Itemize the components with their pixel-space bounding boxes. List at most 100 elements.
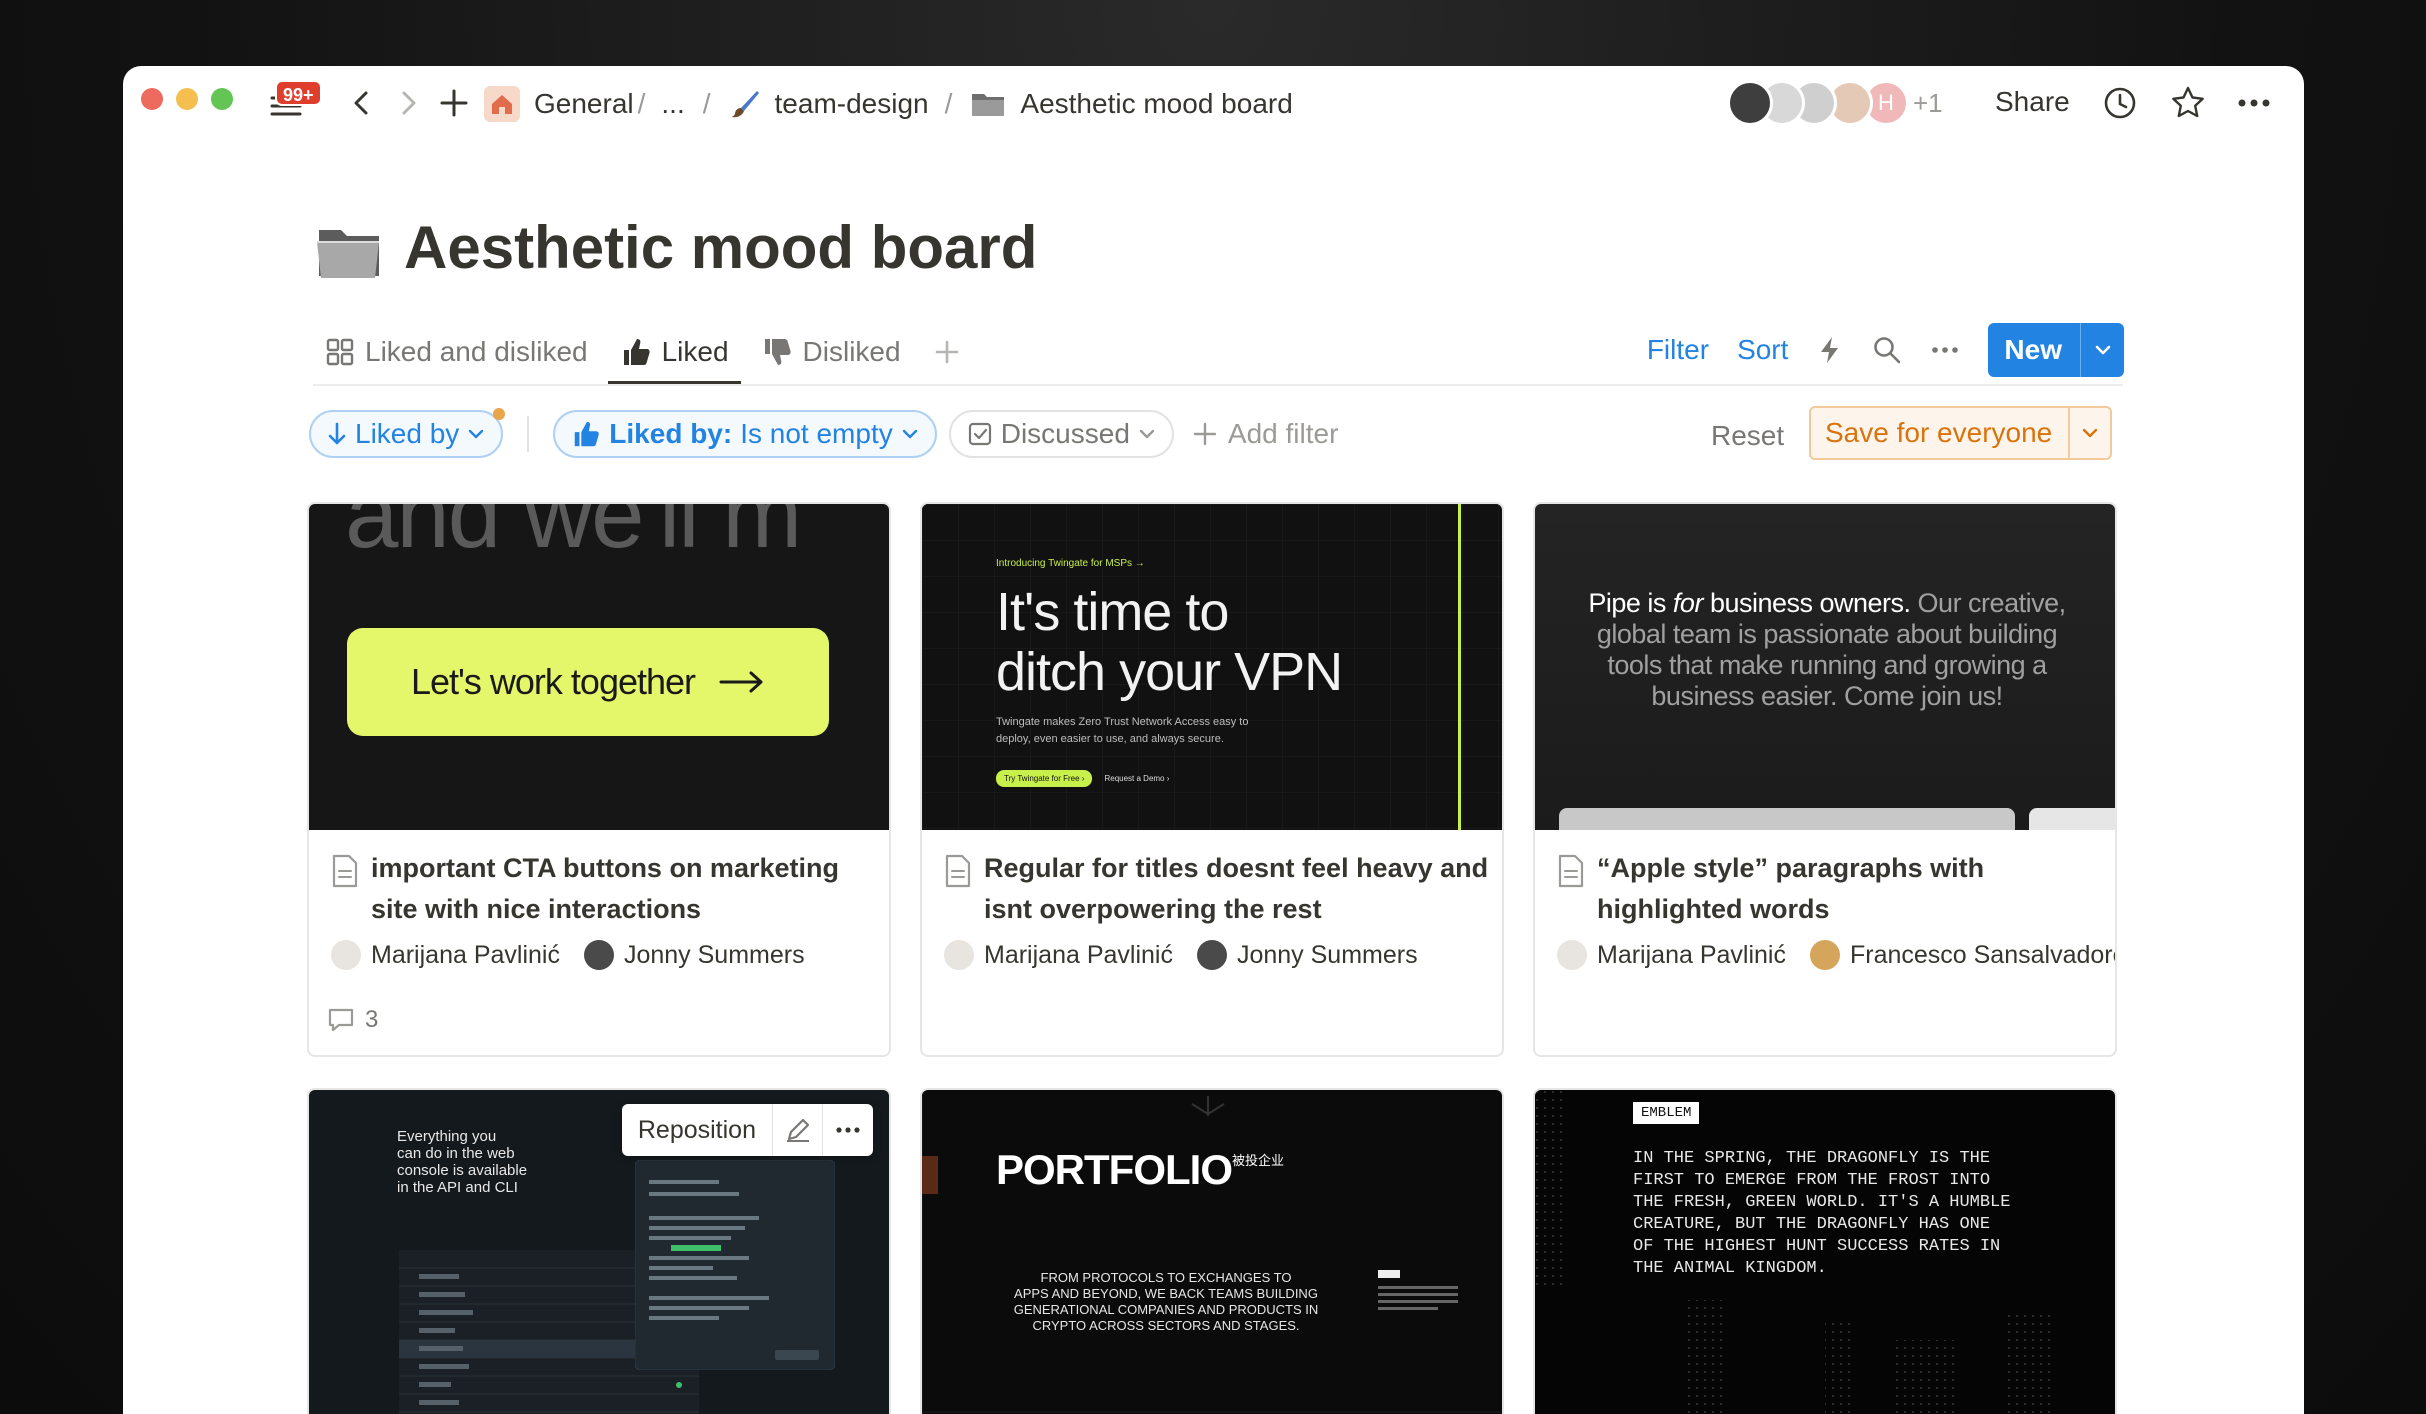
forward-icon[interactable] xyxy=(391,86,425,120)
filter-pill-liked-by[interactable]: Liked by: Is not empty xyxy=(553,410,937,458)
sort-pill-liked-by[interactable]: Liked by xyxy=(309,408,506,458)
more-options-icon[interactable] xyxy=(1930,335,1960,365)
search-icon[interactable] xyxy=(1872,335,1902,365)
cover-device-shape xyxy=(1559,808,2015,830)
cover-code-panel xyxy=(635,1160,835,1370)
filter-bar: Liked by Liked by: Is not empty Discusse… xyxy=(309,408,1338,460)
save-dropdown-chevron-icon[interactable] xyxy=(2068,408,2110,458)
arrow-down-icon xyxy=(327,421,347,447)
avatar xyxy=(1557,940,1587,970)
database-actions: Filter Sort New xyxy=(1647,322,2124,378)
minimize-window-button[interactable] xyxy=(176,88,198,110)
filter-button[interactable]: Filter xyxy=(1647,334,1709,366)
edit-pencil-icon[interactable] xyxy=(773,1104,823,1156)
liked-by-people: Marijana Pavlinić Francesco Sansalvadore xyxy=(1557,940,2115,970)
comment-icon xyxy=(327,1007,355,1033)
page-icon xyxy=(1557,854,1585,888)
thumbs-down-icon xyxy=(761,336,793,368)
avatar xyxy=(1809,940,1840,970)
save-for-everyone-button[interactable]: Save for everyone xyxy=(1809,406,2113,460)
reset-button[interactable]: Reset xyxy=(1711,420,1784,452)
cover-reposition-toolbar: Reposition xyxy=(621,1104,873,1156)
tab-divider xyxy=(313,384,2123,386)
gallery-card[interactable]: Introducing Twingate for MSPs → It's tim… xyxy=(920,502,1504,1057)
breadcrumb-ellipsis[interactable]: ... xyxy=(661,88,684,120)
folder-icon[interactable] xyxy=(313,216,385,288)
breadcrumb-general[interactable]: General xyxy=(534,88,634,120)
avatar xyxy=(944,940,974,970)
new-page-plus-icon[interactable] xyxy=(437,86,471,120)
filter-pill-discussed[interactable]: Discussed xyxy=(948,410,1174,458)
card-cover-image: EMBLEM IN THE SPRING, THE DRAGONFLY IS T… xyxy=(1535,1090,2115,1414)
more-options-icon[interactable] xyxy=(823,1104,873,1156)
cover-tag: EMBLEM xyxy=(1633,1102,1700,1124)
cover-decoration xyxy=(922,1090,1502,1414)
cover-cta-button: Let's work together xyxy=(347,628,829,736)
tab-liked-and-disliked[interactable]: Liked and disliked xyxy=(313,324,600,380)
avatar xyxy=(583,940,614,970)
maximize-window-button[interactable] xyxy=(211,88,233,110)
chevron-down-icon xyxy=(1138,428,1156,440)
card-cover-image: PORTFOLIO 被投企业 FROM PROTOCOLS TO EXCHANG… xyxy=(922,1090,1502,1414)
grid-icon xyxy=(325,337,355,367)
breadcrumb: General / ... / team-design / Aesthetic … xyxy=(484,84,1293,124)
app-window: 99+ General / ... / team-design / Aesthe… xyxy=(123,66,2304,1414)
back-icon[interactable] xyxy=(345,86,379,120)
card-title: Regular for titles doesnt feel heavy and… xyxy=(984,853,1489,924)
card-cover-image: Introducing Twingate for MSPs → It's tim… xyxy=(922,504,1502,830)
sort-button[interactable]: Sort xyxy=(1737,334,1788,366)
cover-device-shape xyxy=(2029,808,2115,830)
chevron-down-icon xyxy=(467,428,485,440)
liked-by-people: Marijana Pavlinić Jonny Summers xyxy=(944,940,1432,970)
lightning-icon[interactable] xyxy=(1816,335,1844,365)
thumbs-up-icon xyxy=(620,336,652,368)
share-button[interactable]: Share xyxy=(1995,86,2070,118)
thumbs-up-icon xyxy=(571,419,601,449)
gallery-card[interactable]: and we'll m Let's work together importan… xyxy=(307,502,891,1057)
view-tabs: Liked and disliked Liked Disliked xyxy=(313,324,981,384)
folder-icon xyxy=(970,88,1006,120)
page-title: Aesthetic mood board xyxy=(404,214,1038,281)
unsaved-changes-dot xyxy=(493,408,506,420)
reposition-button[interactable]: Reposition xyxy=(622,1104,773,1156)
comment-count: 3 xyxy=(327,1006,378,1034)
gallery-card[interactable]: PORTFOLIO 被投企业 FROM PROTOCOLS TO EXCHANG… xyxy=(920,1088,1504,1414)
desktop-background: 99+ General / ... / team-design / Aesthe… xyxy=(0,0,2426,1414)
top-bar: 99+ General / ... / team-design / Aesthe… xyxy=(123,66,2304,138)
card-cover-image: Pipe is for business owners. Our creativ… xyxy=(1535,504,2115,830)
checkbox-icon xyxy=(967,421,993,447)
star-icon[interactable] xyxy=(2169,84,2207,122)
liked-by-people: Marijana Pavlinić Jonny Summers xyxy=(331,940,819,970)
avatar xyxy=(1727,80,1773,126)
page-icon xyxy=(944,854,972,888)
chevron-down-icon xyxy=(901,428,919,440)
tab-liked[interactable]: Liked xyxy=(607,324,741,384)
clock-icon[interactable] xyxy=(2101,84,2139,122)
new-dropdown-chevron-icon[interactable] xyxy=(2080,323,2124,377)
gallery-card[interactable]: EMBLEM IN THE SPRING, THE DRAGONFLY IS T… xyxy=(1533,1088,2117,1414)
page-icon xyxy=(331,854,359,888)
notification-badge: 99+ xyxy=(275,80,322,106)
gallery-card[interactable]: Everything you can do in the web console… xyxy=(307,1088,891,1414)
close-window-button[interactable] xyxy=(141,88,163,110)
extra-collaborators-count: +1 xyxy=(1913,88,1943,118)
new-button[interactable]: New xyxy=(1988,323,2124,377)
card-title: important CTA buttons on marketing site … xyxy=(371,853,839,924)
plus-icon xyxy=(1192,421,1218,447)
avatar xyxy=(331,940,361,970)
breadcrumb-team-design[interactable]: team-design xyxy=(775,88,929,120)
arrow-right-icon xyxy=(719,670,765,694)
home-icon xyxy=(484,86,520,122)
filter-divider xyxy=(527,416,530,452)
breadcrumb-current-page[interactable]: Aesthetic mood board xyxy=(1020,88,1292,120)
card-title: “Apple style” paragraphs with highlighte… xyxy=(1597,853,1985,924)
paintbrush-icon xyxy=(729,88,761,120)
card-cover-image: Everything you can do in the web console… xyxy=(309,1090,889,1414)
add-view-button[interactable] xyxy=(921,324,973,380)
gallery-card[interactable]: Pipe is for business owners. Our creativ… xyxy=(1533,502,2117,1057)
add-filter-button[interactable]: Add filter xyxy=(1192,418,1338,450)
collaborator-avatars[interactable]: H +1 xyxy=(1727,80,1943,126)
card-cover-image: and we'll m Let's work together xyxy=(309,504,889,830)
tab-disliked[interactable]: Disliked xyxy=(749,324,913,380)
more-options-icon[interactable] xyxy=(2235,84,2273,122)
